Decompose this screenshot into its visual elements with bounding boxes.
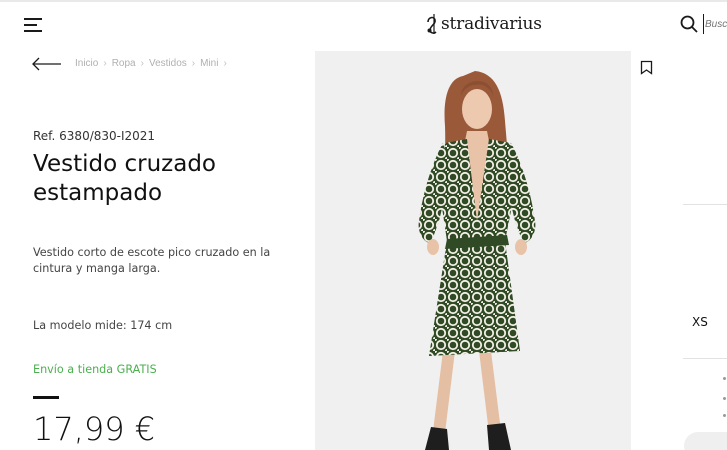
product-title: Vestido cruzado estampado — [33, 151, 216, 206]
breadcrumb: Inicio › Ropa › Vestidos › Mini › — [75, 58, 232, 69]
bullet-icon — [723, 377, 726, 380]
logo-text: stradivarius — [441, 14, 542, 34]
bullet-icon — [723, 397, 726, 400]
breadcrumb-item-vestidos[interactable]: Vestidos — [149, 58, 187, 69]
shipping-info: Envío a tienda GRATIS — [33, 363, 157, 376]
search-icon[interactable] — [680, 15, 698, 33]
arrow-left-icon[interactable] — [32, 57, 62, 71]
size-option-xs[interactable]: XS — [692, 315, 708, 329]
add-to-cart-button[interactable] — [684, 432, 727, 450]
chevron-right-icon: › — [223, 58, 227, 69]
logo[interactable]: stradivarius — [425, 12, 542, 36]
model-height-info: La modelo mide: 174 cm — [33, 319, 173, 332]
chevron-right-icon: › — [191, 58, 196, 69]
breadcrumb-item-mini[interactable]: Mini — [200, 58, 218, 69]
product-image[interactable] — [315, 51, 631, 450]
hamburger-menu-icon[interactable] — [24, 16, 42, 32]
product-price: 17,99 € — [33, 410, 156, 448]
breadcrumb-item-inicio[interactable]: Inicio — [75, 58, 98, 69]
product-description: Vestido corto de escote pico cruzado en … — [33, 246, 271, 275]
bookmark-icon[interactable] — [640, 60, 653, 75]
panel-divider — [683, 358, 727, 359]
product-reference: Ref. 6380/830-I2021 — [33, 129, 156, 143]
breadcrumb-item-ropa[interactable]: Ropa — [112, 58, 136, 69]
bullet-icon — [723, 414, 726, 417]
chevron-right-icon: › — [140, 58, 144, 69]
logo-mark-icon — [427, 14, 437, 34]
search-input[interactable] — [703, 14, 727, 34]
chevron-right-icon: › — [103, 58, 107, 69]
price-divider — [33, 396, 59, 399]
panel-divider — [683, 204, 727, 205]
top-border — [0, 0, 727, 2]
